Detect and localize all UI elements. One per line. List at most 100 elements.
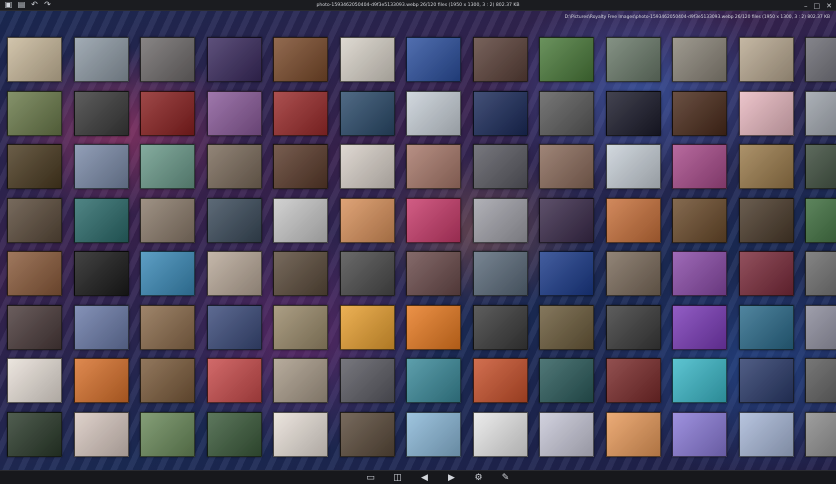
open-folder-icon[interactable]: ▭ [365,472,377,484]
thumbnail-image[interactable] [605,411,661,457]
thumbnail-image[interactable] [539,90,594,136]
thumbnail-image[interactable] [206,37,262,82]
thumbnail-image[interactable] [206,358,262,403]
thumbnail-image[interactable] [273,144,328,189]
thumbnail-image[interactable] [539,144,594,189]
thumbnail-image[interactable] [738,90,794,136]
thumbnail-image[interactable] [539,358,594,403]
thumbnail-image[interactable] [672,304,727,350]
thumbnail-image[interactable] [738,358,794,403]
thumbnail-image[interactable] [406,144,461,189]
thumbnail-image[interactable] [472,251,528,296]
thumbnail-image[interactable] [406,304,461,350]
thumbnail-image[interactable] [805,358,836,403]
thumbnail-image[interactable] [339,37,395,82]
thumbnail-image[interactable] [605,37,661,82]
thumbnail-image[interactable] [73,144,129,189]
thumbnail-image[interactable] [7,304,62,350]
thumbnail-image[interactable] [672,358,727,403]
thumbnail-image[interactable] [738,144,794,189]
thumbnail-image[interactable] [73,411,129,457]
thumbnail-image[interactable] [539,251,594,296]
thumbnail-image[interactable] [738,197,794,243]
thumbnail-image[interactable] [539,304,594,350]
thumbnail-image[interactable] [605,144,661,189]
thumbnail-image[interactable] [7,411,62,457]
undo-icon[interactable]: ↶ [30,0,39,10]
thumbnail-image[interactable] [738,37,794,82]
thumbnail-image[interactable] [140,411,195,457]
thumbnail-image[interactable] [805,90,836,136]
thumbnail-image[interactable] [539,411,594,457]
thumbnail-image[interactable] [7,358,62,403]
thumbnail-image[interactable] [206,411,262,457]
next-icon[interactable]: ▶ [446,472,458,484]
thumbnail-image[interactable] [472,37,528,82]
thumbnail-image[interactable] [605,251,661,296]
thumbnail-image[interactable] [805,37,836,82]
settings-icon[interactable]: ⚙ [473,472,485,484]
thumbnail-image[interactable] [273,251,328,296]
thumbnail-image[interactable] [7,90,62,136]
thumbnail-image[interactable] [206,90,262,136]
thumbnail-image[interactable] [73,90,129,136]
close-icon[interactable]: ✕ [826,1,832,11]
thumbnail-image[interactable] [206,304,262,350]
thumbnail-image[interactable] [672,411,727,457]
thumbnail-image[interactable] [206,144,262,189]
previous-icon[interactable]: ◀ [419,472,431,484]
thumbnail-image[interactable] [605,358,661,403]
save-icon[interactable]: ▤ [17,0,26,10]
thumbnail-image[interactable] [206,251,262,296]
thumbnail-image[interactable] [273,90,328,136]
thumbnail-image[interactable] [406,411,461,457]
thumbnail-image[interactable] [672,251,727,296]
thumbnail-image[interactable] [472,144,528,189]
image-viewer-canvas[interactable]: D:\Pictures\Royalty Free Images\photo-15… [0,11,836,470]
thumbnail-image[interactable] [73,37,129,82]
thumbnail-image[interactable] [406,37,461,82]
thumbnail-image[interactable] [805,251,836,296]
thumbnail-image[interactable] [472,358,528,403]
tools-icon[interactable]: ✎ [500,472,512,484]
thumbnail-image[interactable] [539,197,594,243]
maximize-icon[interactable]: □ [814,1,821,11]
app-menu-icon[interactable]: ▣ [4,0,13,10]
thumbnail-image[interactable] [805,144,836,189]
thumbnail-image[interactable] [672,90,727,136]
fullscreen-icon[interactable]: ◫ [392,472,404,484]
thumbnail-image[interactable] [73,304,129,350]
thumbnail-image[interactable] [73,251,129,296]
thumbnail-image[interactable] [805,411,836,457]
thumbnail-image[interactable] [472,90,528,136]
thumbnail-image[interactable] [339,197,395,243]
thumbnail-image[interactable] [7,251,62,296]
thumbnail-image[interactable] [472,304,528,350]
thumbnail-image[interactable] [339,358,395,403]
thumbnail-image[interactable] [273,358,328,403]
thumbnail-image[interactable] [738,304,794,350]
thumbnail-image[interactable] [339,304,395,350]
thumbnail-image[interactable] [339,90,395,136]
thumbnail-image[interactable] [140,251,195,296]
thumbnail-image[interactable] [273,304,328,350]
thumbnail-image[interactable] [7,144,62,189]
thumbnail-image[interactable] [738,251,794,296]
redo-icon[interactable]: ↷ [43,0,52,10]
thumbnail-image[interactable] [273,37,328,82]
thumbnail-image[interactable] [140,90,195,136]
thumbnail-image[interactable] [339,411,395,457]
thumbnail-image[interactable] [140,144,195,189]
thumbnail-image[interactable] [605,304,661,350]
thumbnail-image[interactable] [605,90,661,136]
thumbnail-image[interactable] [605,197,661,243]
thumbnail-image[interactable] [206,197,262,243]
thumbnail-image[interactable] [73,358,129,403]
minimize-icon[interactable]: – [804,1,808,11]
thumbnail-image[interactable] [472,197,528,243]
thumbnail-image[interactable] [273,197,328,243]
thumbnail-image[interactable] [273,411,328,457]
thumbnail-image[interactable] [7,197,62,243]
thumbnail-image[interactable] [140,358,195,403]
thumbnail-image[interactable] [406,251,461,296]
